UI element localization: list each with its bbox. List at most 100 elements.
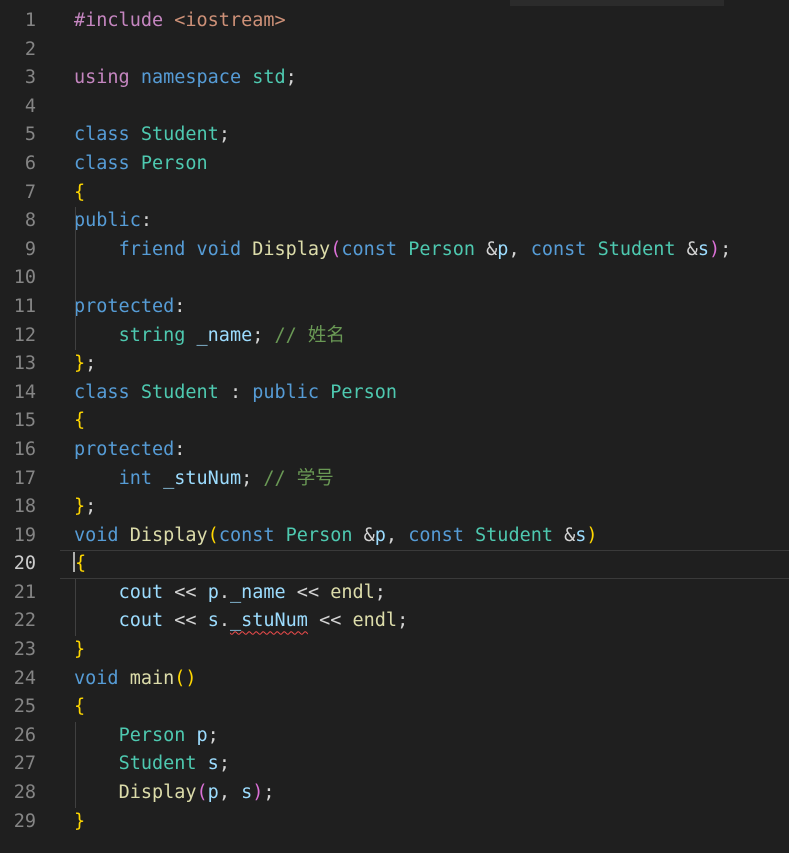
code-line[interactable]: 29} — [0, 808, 789, 837]
code-text[interactable]: }; — [74, 493, 96, 522]
editor-tab[interactable] — [510, 0, 724, 6]
code-text[interactable]: cout << s._stuNum << endl; — [74, 607, 409, 636]
code-line[interactable]: 18}; — [0, 493, 789, 522]
code-line[interactable]: 20 { — [0, 550, 789, 579]
code-text[interactable]: cout << p._name << endl; — [74, 579, 386, 608]
code-text[interactable]: { — [74, 179, 85, 208]
code-line[interactable]: 1 #include <iostream> — [0, 7, 789, 36]
code-line[interactable]: 23} — [0, 636, 789, 665]
code-token: s — [241, 782, 253, 804]
code-text[interactable]: friend void Display(const Person &p, con… — [74, 236, 732, 265]
code-text[interactable]: { — [73, 550, 86, 579]
code-text[interactable]: #include <iostream> — [74, 7, 286, 36]
code-token: : — [218, 381, 253, 403]
line-number: 19 — [13, 524, 36, 546]
line-number: 9 — [24, 238, 36, 260]
code-token: Student — [475, 524, 553, 546]
line-number: 1 — [24, 10, 36, 31]
code-text[interactable]: Display(p, s); — [74, 779, 275, 808]
code-token: string — [118, 324, 186, 346]
code-text[interactable]: }; — [74, 350, 96, 379]
code-line[interactable]: 11 protected: — [0, 293, 789, 322]
code-editor[interactable]: 1 #include <iostream> 2 3 using namespace st… — [0, 7, 789, 836]
code-line[interactable]: 15 { — [0, 407, 789, 436]
code-line[interactable]: 6 class Person — [0, 150, 789, 179]
code-token: & — [564, 524, 576, 546]
code-text[interactable]: public: — [74, 207, 152, 236]
code-line[interactable]: 4 — [0, 93, 789, 122]
code-token: : — [174, 295, 186, 317]
line-number: 17 — [13, 467, 36, 489]
code-text[interactable]: { — [74, 407, 85, 436]
code-text[interactable]: } — [74, 636, 85, 665]
code-token: Student — [140, 381, 219, 403]
line-number: 2 — [24, 38, 36, 60]
code-token: ) — [708, 238, 721, 260]
code-token: protected — [74, 438, 175, 460]
code-token: _name — [229, 581, 286, 603]
code-line[interactable]: 13}; — [0, 350, 789, 379]
line-number: 7 — [24, 181, 36, 203]
code-text[interactable]: } — [74, 808, 85, 837]
code-line[interactable]: 22 cout << s._stuNum << endl; — [0, 607, 789, 636]
code-token: const — [408, 524, 464, 546]
line-number: 25 — [13, 696, 36, 718]
code-text[interactable]: class Person — [74, 150, 208, 179]
code-line[interactable]: 2 — [0, 36, 789, 65]
code-text[interactable]: class Student : public Person — [74, 379, 397, 408]
code-token: Student — [597, 238, 676, 260]
code-text[interactable]: string _name; // 姓名 — [74, 322, 345, 351]
code-text[interactable]: { — [74, 693, 85, 722]
line-number: 22 — [13, 610, 36, 632]
code-line[interactable]: 12 string _name; // 姓名 — [0, 322, 789, 351]
code-text[interactable]: protected: — [74, 436, 185, 465]
code-text[interactable]: int _stuNum; // 学号 — [74, 465, 334, 494]
code-line[interactable]: 7{ — [0, 179, 789, 208]
code-text[interactable]: using namespace std; — [74, 64, 297, 93]
code-token: protected — [74, 295, 175, 317]
indent-guide — [75, 722, 76, 808]
code-line[interactable]: 17 int _stuNum; // 学号 — [0, 465, 789, 494]
code-line[interactable]: 16 protected: — [0, 436, 789, 465]
line-number: 28 — [13, 782, 36, 804]
code-text[interactable]: void Display(const Person &p, const Stud… — [74, 522, 598, 551]
code-line[interactable]: 8 public: — [0, 207, 789, 236]
code-token: << — [163, 581, 208, 603]
line-number: 18 — [13, 496, 36, 518]
code-line[interactable]: 27 Student s; — [0, 750, 789, 779]
code-token: & — [363, 524, 375, 546]
code-line[interactable]: 24 void main() — [0, 665, 789, 694]
code-text[interactable]: Person p; — [74, 722, 219, 751]
code-line[interactable]: 25 { — [0, 693, 789, 722]
code-line[interactable]: 9 friend void Display(const Person &p, c… — [0, 236, 789, 265]
code-token: class — [74, 152, 130, 174]
code-token: s — [207, 753, 219, 775]
code-line[interactable]: 5 class Student; — [0, 121, 789, 150]
code-text[interactable]: Student s; — [74, 750, 230, 779]
code-line[interactable]: 21 cout << p._name << endl; — [0, 579, 789, 608]
line-number: 13 — [13, 353, 36, 375]
line-number: 14 — [13, 381, 36, 403]
line-number: 3 — [24, 67, 36, 89]
code-text[interactable]: protected: — [74, 293, 185, 322]
code-token: s — [207, 610, 219, 632]
line-number: 15 — [13, 410, 36, 432]
code-text[interactable]: class Student; — [74, 121, 230, 150]
line-number: 27 — [13, 753, 36, 775]
code-line[interactable]: 3 using namespace std; — [0, 64, 789, 93]
code-token: ; — [241, 467, 264, 489]
code-line[interactable]: 19 void Display(const Person &p, const St… — [0, 522, 789, 551]
code-line[interactable]: 10 — [0, 264, 789, 293]
code-token: ; — [207, 724, 219, 746]
code-text[interactable]: void main() — [74, 665, 197, 694]
code-line[interactable]: 28 Display(p, s); — [0, 779, 789, 808]
code-line[interactable]: 26 Person p; — [0, 722, 789, 751]
code-line[interactable]: 14 class Student : public Person — [0, 379, 789, 408]
code-token: Student — [140, 124, 219, 146]
code-token: p — [207, 581, 219, 603]
